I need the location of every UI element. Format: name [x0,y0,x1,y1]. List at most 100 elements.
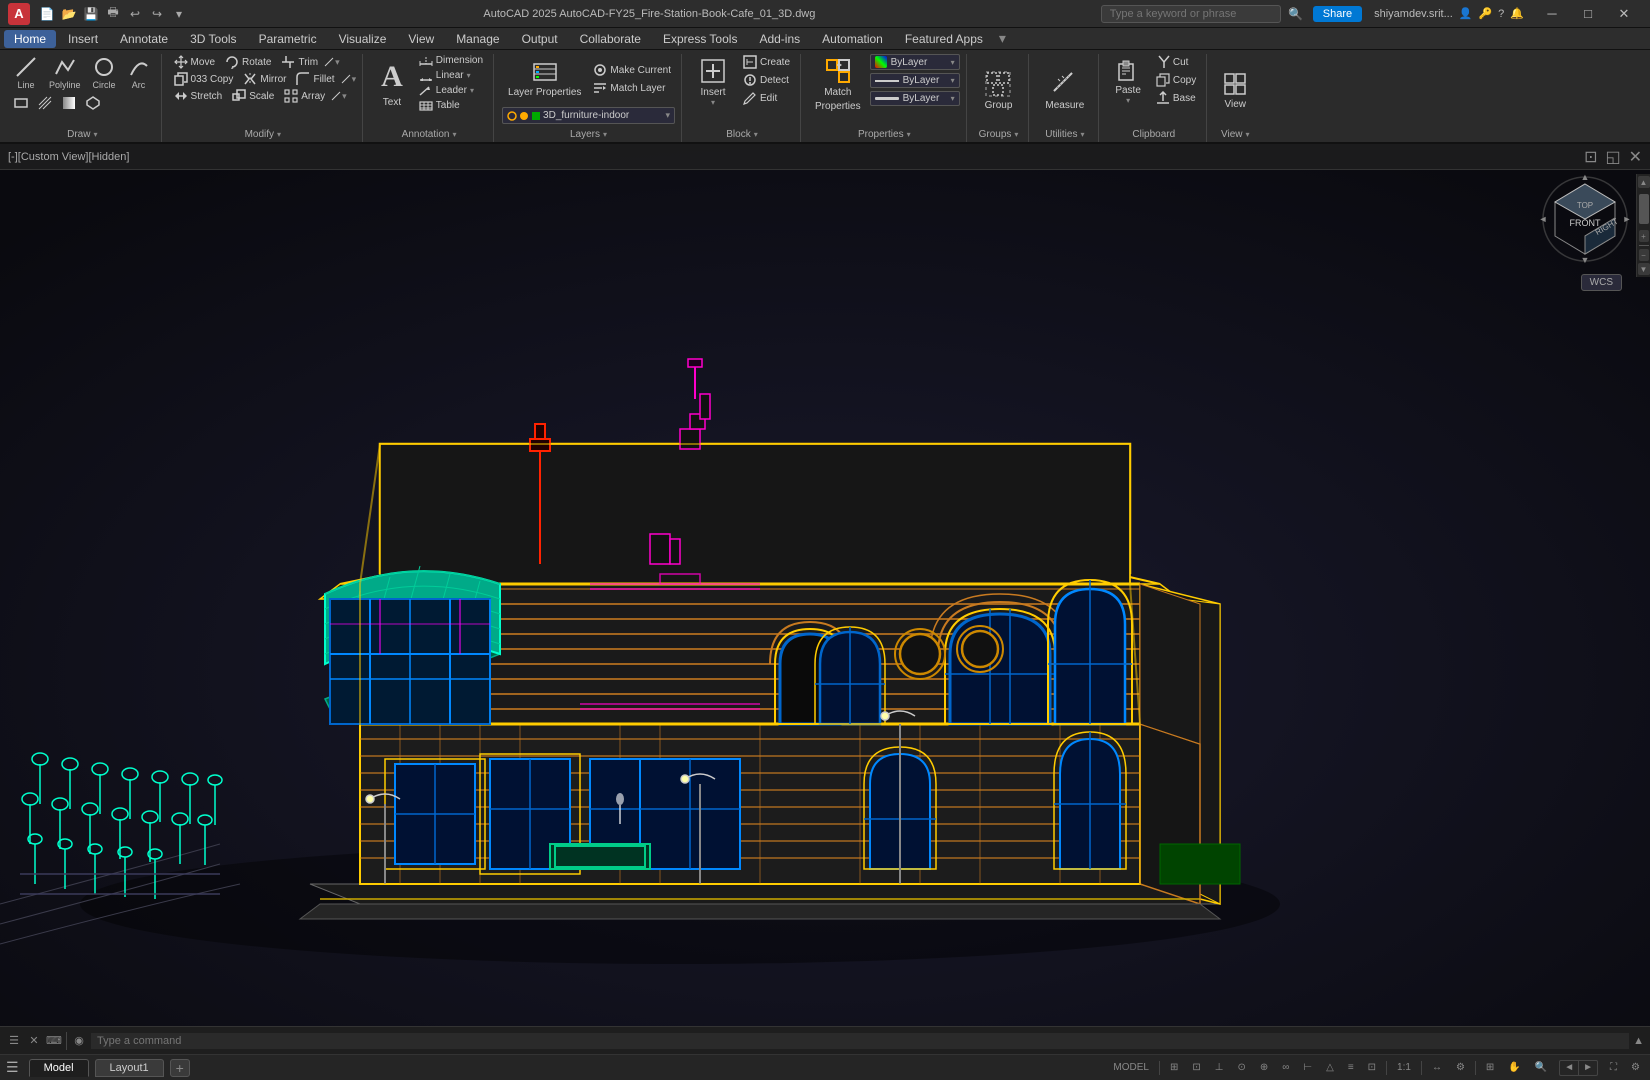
annotation-scale[interactable]: ↔ [1428,1061,1446,1074]
polar-tool[interactable]: ⊙ [1233,1061,1249,1074]
statusbar-menu-icon[interactable]: ☰ [6,1059,19,1076]
cut-button[interactable]: Cut [1152,54,1200,70]
menu-3dtools[interactable]: 3D Tools [180,30,246,48]
search-icon[interactable]: 🔍 [1287,5,1305,23]
polyline-button[interactable]: Polyline [44,54,86,92]
fillet-button[interactable]: Fillet [292,71,338,87]
tp-tool[interactable]: ⊡ [1364,1061,1380,1074]
menu-automation[interactable]: Automation [812,30,893,48]
menu-more[interactable]: ▾ [999,30,1006,47]
utilities-group-label[interactable]: Utilities ▾ [1041,127,1088,142]
scale-button[interactable]: Scale [228,88,278,104]
annotation-group-label[interactable]: Annotation ▾ [398,127,461,142]
base-button[interactable]: Base [1152,90,1200,106]
scroll-thumb[interactable] [1639,194,1649,224]
text-button[interactable]: A Text [371,54,413,114]
properties-group-label[interactable]: Properties ▾ [854,127,915,142]
draw-group-label[interactable]: Draw ▾ [63,127,101,142]
rectangle-button[interactable] [10,95,32,111]
menu-parametric[interactable]: Parametric [249,30,327,48]
scroll-up-btn[interactable]: ▲ [1638,176,1650,188]
match-layer-button[interactable]: Match Layer [589,80,675,96]
circle-button[interactable]: Circle [88,54,121,92]
view-controls[interactable]: ⊞ [1482,1061,1498,1074]
view-button[interactable]: View [1215,61,1255,121]
menu-insert[interactable]: Insert [58,30,108,48]
scale-display[interactable]: 1:1 [1393,1061,1415,1074]
menu-output[interactable]: Output [512,30,568,48]
qa-dropdown[interactable]: ▾ [170,5,188,23]
make-current-button[interactable]: Make Current [589,62,675,78]
menu-visualize[interactable]: Visualize [329,30,397,48]
command-prompt-icon[interactable]: ⌨ [46,1033,62,1049]
menu-annotate[interactable]: Annotate [110,30,178,48]
settings-icon[interactable]: ⚙ [1627,1061,1644,1074]
viewport-scrollbar[interactable]: ▲ + − ▼ [1636,174,1650,277]
menu-addins[interactable]: Add-ins [749,30,810,48]
ducs-tool[interactable]: ⊢ [1299,1061,1316,1074]
ortho-tool[interactable]: ⊥ [1211,1061,1228,1074]
group-button[interactable]: Group [977,61,1021,121]
leader-button[interactable]: Leader ▾ [415,84,487,97]
open-btn[interactable]: 📂 [60,5,78,23]
scroll-down-btn[interactable]: ▼ [1638,263,1650,275]
rotate-button[interactable]: Rotate [221,54,275,70]
menu-home[interactable]: Home [4,30,56,48]
minimize-button[interactable]: ─ [1534,0,1570,28]
move-button[interactable]: Move [170,54,219,70]
close-button[interactable]: ✕ [1606,0,1642,28]
redo-btn[interactable]: ↪ [148,5,166,23]
modify-group-label[interactable]: Modify ▾ [241,127,285,142]
dyn-tool[interactable]: △ [1322,1061,1338,1074]
command-input[interactable] [91,1033,1629,1049]
zoom-realtime[interactable]: 🔍 [1531,1061,1551,1074]
insert-button[interactable]: Insert ▾ [690,54,736,111]
menu-view[interactable]: View [398,30,444,48]
layer-properties-button[interactable]: Layer Properties [502,54,587,104]
grid-tool[interactable]: ⊞ [1166,1061,1182,1074]
print-btn[interactable]: 🖶 [104,5,122,23]
color-dropdown[interactable]: ByLayer ▾ [870,54,960,70]
snap-tool[interactable]: ⊡ [1188,1061,1204,1074]
block-group-label[interactable]: Block ▾ [722,127,761,142]
viewport-maximize-icon[interactable]: ⊡ [1584,147,1597,167]
match-properties-button[interactable]: Match Properties [809,54,867,116]
stretch-button[interactable]: Stretch [170,88,227,104]
edit-block-button[interactable]: Edit [739,90,794,106]
table-button[interactable]: Table [415,99,487,112]
gradient-button[interactable] [58,95,80,111]
undo-btn[interactable]: ↩ [126,5,144,23]
layer-dropdown[interactable]: 3D_furniture-indoor ▾ [502,107,675,124]
new-btn[interactable]: 📄 [38,5,56,23]
mirror-button[interactable]: Mirror [239,71,290,87]
clean-screen[interactable]: ⛶ [1606,1061,1621,1074]
paste-button[interactable]: Paste ▾ [1107,54,1149,109]
workspace-switch[interactable]: ⚙ [1452,1061,1469,1074]
arc-button[interactable]: Arc [123,54,155,92]
notification-icon[interactable]: 🔔 [1510,7,1524,20]
lw-tool[interactable]: ≡ [1344,1061,1358,1074]
nav-next[interactable]: ► [1579,1061,1597,1074]
share-button[interactable]: Share [1313,6,1362,22]
add-tab-btn[interactable]: + [170,1059,190,1077]
autocomplete-icon[interactable]: ◉ [71,1033,87,1049]
viewport-close-icon[interactable]: ✕ [1629,147,1642,167]
measure-button[interactable]: Measure [1037,61,1092,121]
create-block-button[interactable]: Create [739,54,794,70]
dimension-button[interactable]: Dimension [415,54,487,67]
navigation-cube[interactable]: FRONT RIGHT TOP ▲ ▼ ◄ ► [1540,174,1630,264]
command-close-icon[interactable]: ✕ [26,1033,42,1049]
nav-prev[interactable]: ◄ [1560,1061,1578,1074]
array-button[interactable]: Array [280,88,329,104]
menu-featured[interactable]: Featured Apps [895,30,993,48]
cmd-expand-btn[interactable]: ▲ [1633,1035,1644,1047]
zoom-in-btn[interactable]: + [1639,230,1649,242]
save-btn[interactable]: 💾 [82,5,100,23]
copy-button[interactable]: 033 Copy [170,71,238,87]
layout1-tab[interactable]: Layout1 [95,1059,164,1077]
model-tab[interactable]: Model [29,1059,89,1077]
help-icon[interactable]: ? [1498,8,1504,20]
osnap-tool[interactable]: ⊕ [1256,1061,1272,1074]
line-button[interactable]: Line [10,54,42,92]
copy-clipboard-button[interactable]: Copy [1152,72,1200,88]
